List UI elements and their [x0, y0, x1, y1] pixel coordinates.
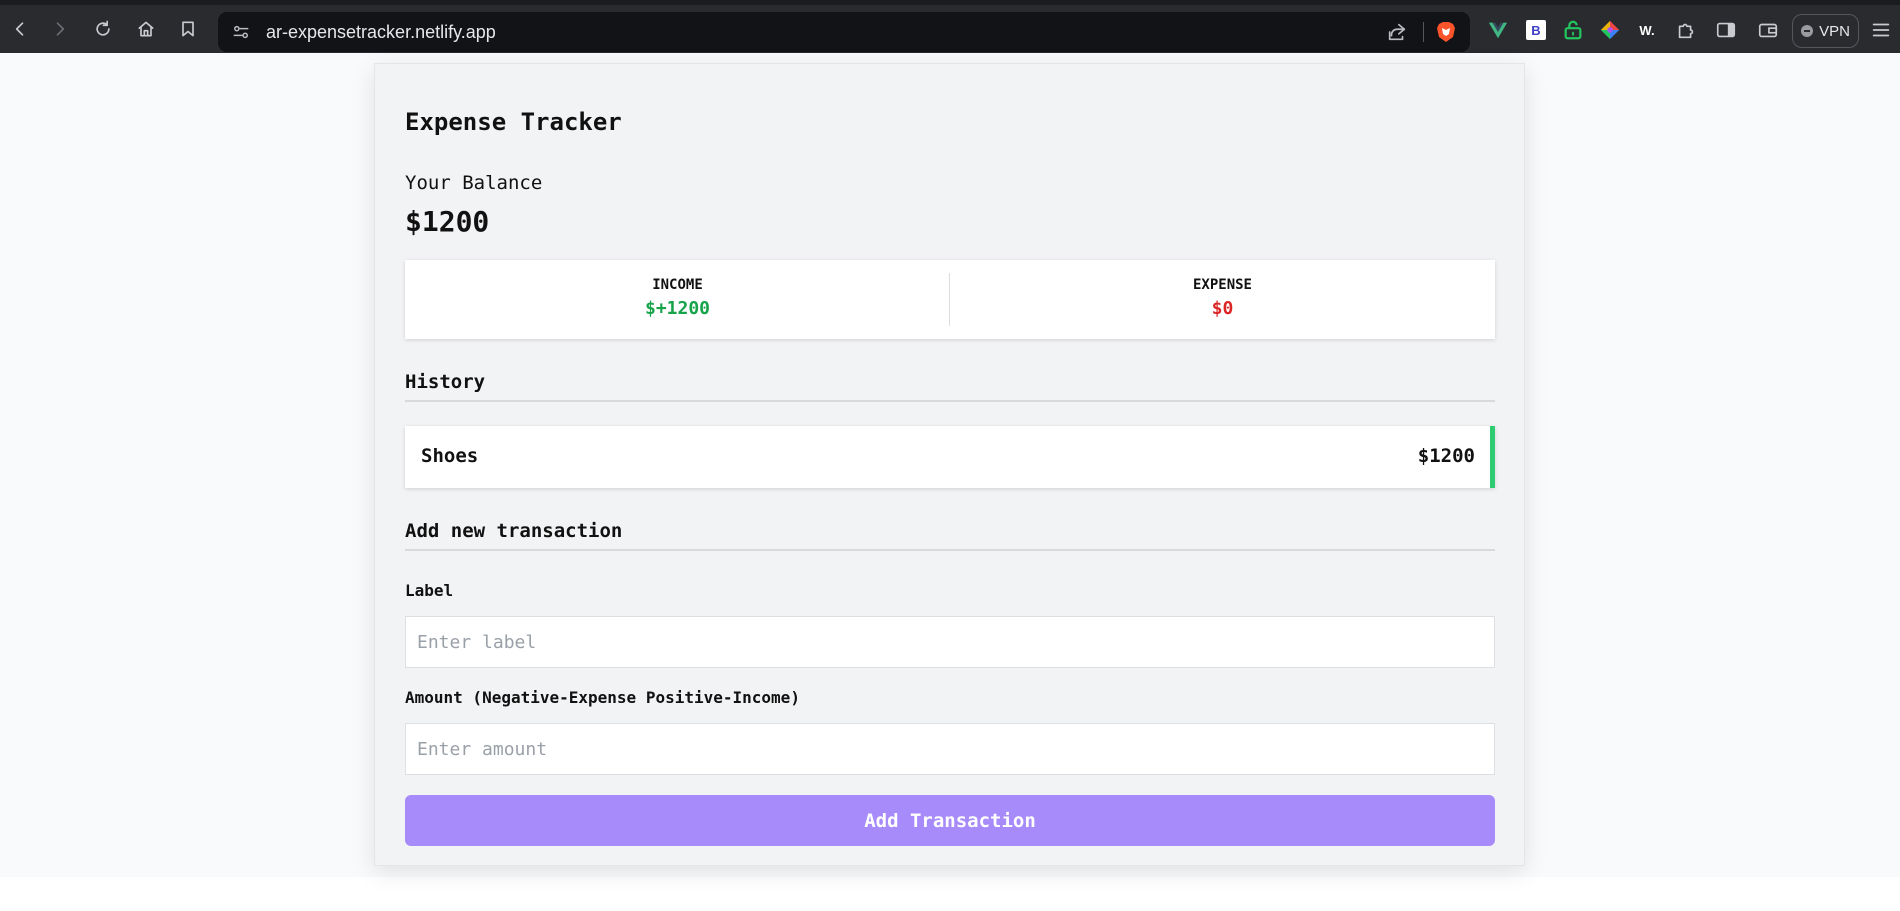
add-transaction-button[interactable]: Add Transaction [405, 795, 1495, 846]
balance-label: Your Balance [405, 172, 543, 194]
history-divider [405, 400, 1495, 402]
label-field-label: Label [405, 581, 454, 600]
amount-input[interactable] [405, 723, 1495, 775]
income-value: $+1200 [644, 298, 711, 319]
expense-value: $0 [1211, 298, 1234, 319]
vpn-button[interactable]: VPN [1792, 14, 1859, 48]
wallet-icon[interactable] [1756, 18, 1780, 42]
income-label: INCOME [652, 277, 703, 293]
url-text[interactable]: ar-expensetracker.netlify.app [266, 12, 496, 52]
forward-icon[interactable] [45, 14, 75, 44]
home-icon[interactable] [131, 14, 161, 44]
transaction-amount: $1200 [1417, 445, 1475, 467]
expense-label: EXPENSE [1192, 277, 1252, 293]
add-transaction-title: Add new transaction [405, 520, 623, 542]
bookmark-icon[interactable] [173, 14, 203, 44]
puzzle-icon[interactable] [1674, 18, 1698, 42]
vue-icon[interactable] [1486, 18, 1510, 42]
b-icon[interactable]: B [1524, 18, 1548, 42]
site-settings-icon[interactable] [231, 22, 251, 42]
transaction-label: Shoes [421, 445, 479, 467]
vpn-label: VPN [1819, 22, 1850, 40]
income-column: INCOME $+1200 [405, 260, 950, 339]
reload-icon[interactable] [88, 14, 118, 44]
back-icon[interactable] [5, 14, 35, 44]
w-icon[interactable]: W. [1635, 18, 1659, 42]
balance-value: $1200 [405, 205, 490, 238]
label-input[interactable] [405, 616, 1495, 668]
income-expense-summary: INCOME $+1200 EXPENSE $0 [405, 260, 1495, 339]
page-viewport: Expense Tracker Your Balance $1200 INCOM… [0, 53, 1900, 877]
transaction-item[interactable]: Shoes $1200 [405, 426, 1495, 488]
sidebar-icon[interactable] [1714, 18, 1738, 42]
brave-shields-icon[interactable] [1434, 20, 1458, 44]
expense-tracker-card: Expense Tracker Your Balance $1200 INCOM… [374, 63, 1525, 866]
share-icon[interactable] [1386, 21, 1408, 43]
expense-column: EXPENSE $0 [950, 260, 1495, 339]
browser-toolbar: ar-expensetracker.netlify.app B W. VPN [0, 0, 1900, 53]
address-bar[interactable]: ar-expensetracker.netlify.app [218, 12, 1470, 52]
menu-icon[interactable] [1870, 19, 1892, 41]
history-title: History [405, 371, 486, 393]
add-transaction-divider [405, 549, 1495, 551]
green-lock-icon[interactable] [1561, 18, 1585, 42]
color-diamond-icon[interactable] [1598, 18, 1622, 42]
urlbar-separator [1423, 22, 1424, 42]
app-title: Expense Tracker [405, 108, 622, 136]
amount-field-label: Amount (Negative-Expense Positive-Income… [405, 688, 800, 707]
vpn-status-icon [1801, 25, 1814, 37]
